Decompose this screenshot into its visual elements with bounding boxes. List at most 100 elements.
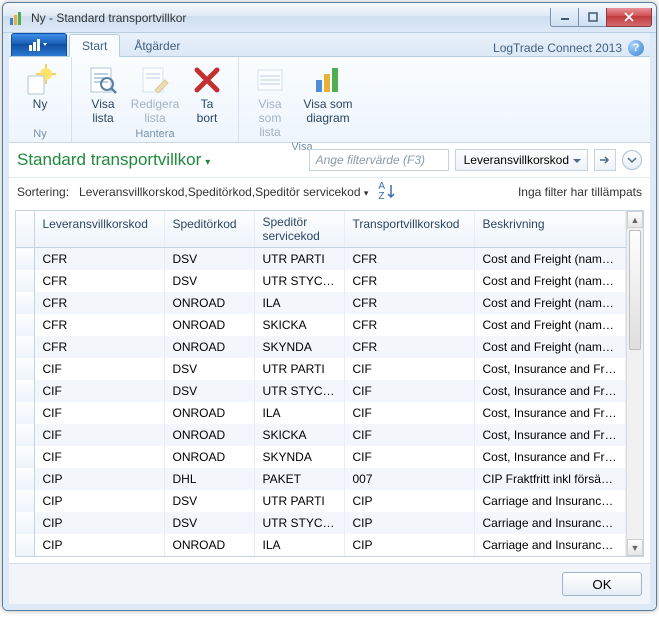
cell-beskrivning[interactable]: Cost, Insurance and Frei... bbox=[474, 358, 626, 380]
cell-speditor-servicekod[interactable]: ILA bbox=[254, 534, 344, 556]
table-row[interactable]: CIPONROADILACIPCarriage and Insurance ..… bbox=[16, 534, 643, 556]
cell-speditorkod[interactable]: ONROAD bbox=[164, 446, 254, 468]
scroll-down-button[interactable]: ▼ bbox=[627, 539, 643, 556]
cell-speditorkod[interactable]: DSV bbox=[164, 248, 254, 271]
sort-direction-button[interactable]: AZ bbox=[378, 182, 395, 202]
cell-speditorkod[interactable]: DHL bbox=[164, 468, 254, 490]
cell-beskrivning[interactable]: Cost and Freight (name... bbox=[474, 292, 626, 314]
cell-leveransvillkorskod[interactable]: CIF bbox=[34, 358, 164, 380]
cell-speditorkod[interactable]: DSV bbox=[164, 490, 254, 512]
cell-leveransvillkorskod[interactable]: CIF bbox=[34, 380, 164, 402]
expand-filter-button[interactable] bbox=[622, 150, 642, 170]
row-selector[interactable] bbox=[16, 512, 34, 534]
cell-transportvillkorskod[interactable]: CFR bbox=[344, 314, 474, 336]
cell-speditor-servicekod[interactable]: ILA bbox=[254, 292, 344, 314]
col-transportvillkorskod[interactable]: Transportvillkorskod bbox=[344, 211, 474, 248]
ribbon-ta-bort-button[interactable]: Ta bort bbox=[182, 59, 232, 127]
row-selector[interactable] bbox=[16, 336, 34, 358]
cell-transportvillkorskod[interactable]: CIF bbox=[344, 380, 474, 402]
cell-speditor-servicekod[interactable]: UTR PARTI bbox=[254, 248, 344, 271]
row-selector[interactable] bbox=[16, 248, 34, 271]
ribbon-visa-som-diagram-button[interactable]: Visa som diagram bbox=[297, 59, 359, 140]
table-row[interactable]: CIPDSVUTR PARTICIPCarriage and Insurance… bbox=[16, 490, 643, 512]
table-row[interactable]: CFRDSVUTR STYCKECFRCost and Freight (nam… bbox=[16, 270, 643, 292]
cell-transportvillkorskod[interactable]: CFR bbox=[344, 336, 474, 358]
cell-leveransvillkorskod[interactable]: CIF bbox=[34, 424, 164, 446]
cell-speditor-servicekod[interactable]: UTR PARTI bbox=[254, 358, 344, 380]
cell-transportvillkorskod[interactable]: CIF bbox=[344, 424, 474, 446]
cell-transportvillkorskod[interactable]: CIP bbox=[344, 534, 474, 556]
cell-beskrivning[interactable]: Carriage and Insurance ... bbox=[474, 490, 626, 512]
page-title[interactable]: Standard transportvillkor▾ bbox=[17, 150, 210, 170]
help-icon[interactable]: ? bbox=[628, 40, 644, 56]
cell-speditor-servicekod[interactable]: UTR STYCKE bbox=[254, 270, 344, 292]
scroll-up-button[interactable]: ▲ bbox=[627, 211, 643, 228]
cell-leveransvillkorskod[interactable]: CIP bbox=[34, 534, 164, 556]
cell-speditorkod[interactable]: ONROAD bbox=[164, 534, 254, 556]
row-selector[interactable] bbox=[16, 314, 34, 336]
cell-speditor-servicekod[interactable]: ILA bbox=[254, 402, 344, 424]
cell-leveransvillkorskod[interactable]: CFR bbox=[34, 248, 164, 271]
cell-speditorkod[interactable]: ONROAD bbox=[164, 314, 254, 336]
row-selector[interactable] bbox=[16, 424, 34, 446]
col-leveransvillkorskod[interactable]: Leveransvillkorskod bbox=[34, 211, 164, 248]
row-selector[interactable] bbox=[16, 358, 34, 380]
cell-speditorkod[interactable]: DSV bbox=[164, 358, 254, 380]
cell-speditor-servicekod[interactable]: UTR STYCKE bbox=[254, 512, 344, 534]
cell-transportvillkorskod[interactable]: 007 bbox=[344, 468, 474, 490]
cell-speditorkod[interactable]: ONROAD bbox=[164, 292, 254, 314]
cell-beskrivning[interactable]: Cost and Freight (name... bbox=[474, 270, 626, 292]
cell-speditor-servicekod[interactable]: UTR STYCKE bbox=[254, 380, 344, 402]
cell-beskrivning[interactable]: Carriage and Insurance ... bbox=[474, 512, 626, 534]
cell-leveransvillkorskod[interactable]: CIP bbox=[34, 468, 164, 490]
scroll-thumb[interactable] bbox=[629, 230, 641, 350]
table-row[interactable]: CFRONROADSKICKACFRCost and Freight (name… bbox=[16, 314, 643, 336]
table-row[interactable]: CIFONROADSKYNDACIFCost, Insurance and Fr… bbox=[16, 446, 643, 468]
cell-speditor-servicekod[interactable]: SKICKA bbox=[254, 314, 344, 336]
table-row[interactable]: CIFDSVUTR PARTICIFCost, Insurance and Fr… bbox=[16, 358, 643, 380]
table-row[interactable]: CIFONROADILACIFCost, Insurance and Frei.… bbox=[16, 402, 643, 424]
tab-start[interactable]: Start bbox=[69, 34, 120, 57]
cell-speditorkod[interactable]: DSV bbox=[164, 270, 254, 292]
apply-filter-button[interactable] bbox=[594, 149, 616, 171]
cell-beskrivning[interactable]: Cost, Insurance and Frei... bbox=[474, 424, 626, 446]
vertical-scrollbar[interactable]: ▲ ▼ bbox=[626, 211, 643, 556]
table-row[interactable]: CIFDSVUTR STYCKECIFCost, Insurance and F… bbox=[16, 380, 643, 402]
filter-value-input[interactable]: Ange filtervärde (F3) bbox=[309, 149, 449, 171]
cell-speditorkod[interactable]: ONROAD bbox=[164, 402, 254, 424]
row-selector[interactable] bbox=[16, 446, 34, 468]
cell-beskrivning[interactable]: Cost and Freight (name... bbox=[474, 336, 626, 358]
cell-speditorkod[interactable]: ONROAD bbox=[164, 336, 254, 358]
cell-leveransvillkorskod[interactable]: CFR bbox=[34, 314, 164, 336]
cell-leveransvillkorskod[interactable]: CIP bbox=[34, 490, 164, 512]
filter-field-dropdown[interactable]: Leveransvillkorskod bbox=[455, 149, 588, 171]
file-menu-button[interactable] bbox=[11, 33, 67, 56]
tab-actions[interactable]: Åtgärder bbox=[122, 35, 192, 56]
cell-transportvillkorskod[interactable]: CIF bbox=[344, 358, 474, 380]
ribbon-visa-lista-button[interactable]: Visa lista bbox=[78, 59, 128, 127]
cell-transportvillkorskod[interactable]: CIP bbox=[344, 512, 474, 534]
col-beskrivning[interactable]: Beskrivning bbox=[474, 211, 626, 248]
table-row[interactable]: CFRDSVUTR PARTICFRCost and Freight (name… bbox=[16, 248, 643, 271]
ribbon-ny-button[interactable]: Ny bbox=[15, 59, 65, 127]
cell-transportvillkorskod[interactable]: CIF bbox=[344, 446, 474, 468]
scroll-track[interactable] bbox=[627, 228, 643, 539]
cell-beskrivning[interactable]: Cost, Insurance and Frei... bbox=[474, 380, 626, 402]
cell-beskrivning[interactable]: Cost, Insurance and Frei... bbox=[474, 402, 626, 424]
cell-speditorkod[interactable]: DSV bbox=[164, 512, 254, 534]
table-row[interactable]: CIPDHLPAKET007CIP Fraktfritt inkl försäk… bbox=[16, 468, 643, 490]
ok-button[interactable]: OK bbox=[562, 572, 642, 596]
row-selector[interactable] bbox=[16, 402, 34, 424]
row-selector[interactable] bbox=[16, 534, 34, 556]
cell-speditor-servicekod[interactable]: UTR PARTI bbox=[254, 490, 344, 512]
table-row[interactable]: CFRONROADSKYNDACFRCost and Freight (name… bbox=[16, 336, 643, 358]
cell-speditorkod[interactable]: ONROAD bbox=[164, 424, 254, 446]
minimize-button[interactable] bbox=[550, 8, 578, 27]
cell-beskrivning[interactable]: Cost and Freight (name... bbox=[474, 314, 626, 336]
sort-value[interactable]: Leveransvillkorskod,Speditörkod,Speditör… bbox=[79, 185, 368, 199]
cell-transportvillkorskod[interactable]: CIP bbox=[344, 490, 474, 512]
maximize-button[interactable] bbox=[578, 8, 606, 27]
cell-leveransvillkorskod[interactable]: CIF bbox=[34, 446, 164, 468]
cell-leveransvillkorskod[interactable]: CIP bbox=[34, 512, 164, 534]
cell-transportvillkorskod[interactable]: CIF bbox=[344, 402, 474, 424]
